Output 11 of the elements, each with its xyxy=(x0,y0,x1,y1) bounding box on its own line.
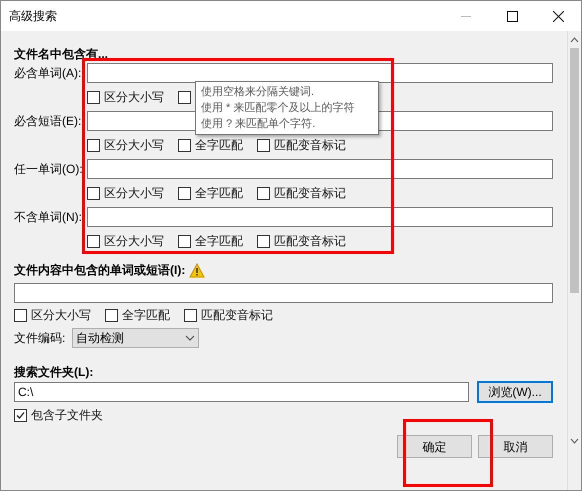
tooltip-text: 使用 * 来匹配零个及以上的字符 xyxy=(201,100,356,116)
field-label: 必含短语(E): xyxy=(14,113,82,130)
window-title: 高级搜索 xyxy=(9,8,57,25)
field-label: 文件编码: xyxy=(14,330,66,347)
field-label: 任一单词(O): xyxy=(14,161,84,178)
field-label: 不含单词(N): xyxy=(14,209,83,226)
field-label: 必含单词(A): xyxy=(14,65,82,82)
section-title: 文件内容中包含的单词或短语(I): xyxy=(14,262,186,279)
section-title: 搜索文件夹(L): xyxy=(14,364,94,379)
tooltip-text: 使用 ? 来匹配单个字符. xyxy=(201,116,316,132)
tooltip-text: 使用空格来分隔关键词. xyxy=(201,84,316,100)
